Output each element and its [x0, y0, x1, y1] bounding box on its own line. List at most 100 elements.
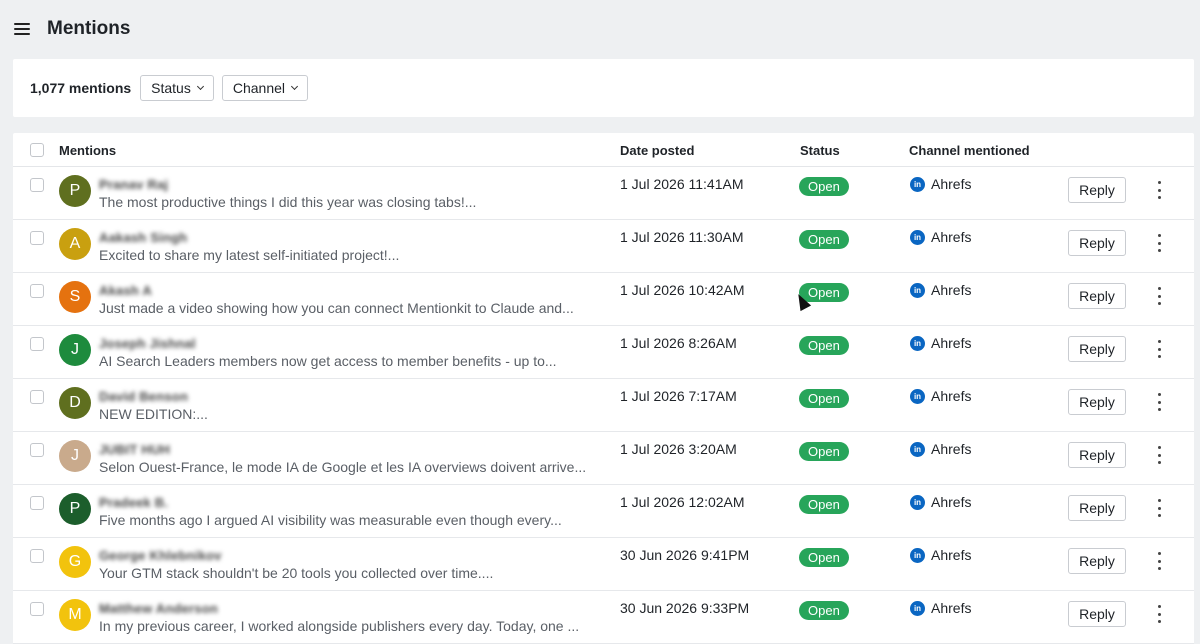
author-name[interactable]: George Khlebnikov [99, 548, 222, 563]
reply-button[interactable]: Reply [1068, 336, 1126, 362]
row-checkbox[interactable] [30, 390, 44, 404]
linkedin-icon: in [910, 229, 925, 245]
mention-snippet[interactable]: In my previous career, I worked alongsid… [99, 618, 579, 634]
mention-snippet[interactable]: Just made a video showing how you can co… [99, 300, 574, 316]
date-posted: 1 Jul 2026 12:02AM [620, 494, 745, 510]
channel-mentioned: in Ahrefs [910, 176, 971, 192]
channel-name: Ahrefs [931, 229, 972, 245]
avatar: S [59, 281, 91, 313]
reply-button[interactable]: Reply [1068, 548, 1126, 574]
table-row[interactable]: J Joseph Jishnal AI Search Leaders members… [13, 326, 1194, 379]
linkedin-icon: in [910, 547, 925, 563]
channel-mentioned: in Ahrefs [910, 388, 971, 404]
row-checkbox[interactable] [30, 443, 44, 457]
avatar: J [59, 334, 91, 366]
mention-snippet[interactable]: NEW EDITION:... [99, 406, 208, 422]
chevron-down-icon [290, 82, 299, 91]
channel-mentioned: in Ahrefs [910, 282, 971, 298]
more-options-icon[interactable] [1156, 446, 1162, 464]
more-options-icon[interactable] [1156, 234, 1162, 252]
more-options-icon[interactable] [1156, 287, 1162, 305]
date-posted: 30 Jun 2026 9:33PM [620, 600, 750, 616]
status-badge: Open [799, 336, 849, 355]
reply-button[interactable]: Reply [1068, 230, 1126, 256]
channel-filter-label: Channel [232, 80, 286, 96]
channel-name: Ahrefs [931, 335, 972, 351]
status-badge: Open [799, 601, 849, 620]
more-options-icon[interactable] [1156, 605, 1162, 623]
mentions-count: 1,077 mentions [30, 80, 132, 96]
date-posted: 1 Jul 2026 7:17AM [620, 388, 737, 404]
author-name[interactable]: Pradeek B. [99, 495, 168, 510]
more-options-icon[interactable] [1156, 340, 1162, 358]
author-name[interactable]: Pranav Raj [99, 177, 168, 192]
reply-button[interactable]: Reply [1068, 601, 1126, 627]
avatar: P [59, 493, 91, 525]
reply-button[interactable]: Reply [1068, 389, 1126, 415]
hamburger-icon[interactable] [14, 22, 30, 36]
author-name[interactable]: David Benson [99, 389, 188, 404]
status-filter-button[interactable]: Status [140, 75, 214, 101]
status-badge: Open [799, 230, 849, 249]
channel-name: Ahrefs [931, 388, 972, 404]
avatar: P [59, 175, 91, 207]
more-options-icon[interactable] [1156, 552, 1162, 570]
mention-snippet[interactable]: The most productive things I did this ye… [99, 194, 476, 210]
date-posted: 30 Jun 2026 9:41PM [620, 547, 750, 563]
table-row[interactable]: P Pranav Raj The most productive things I … [13, 167, 1194, 220]
row-checkbox[interactable] [30, 337, 44, 351]
page-title: Mentions [47, 18, 131, 39]
author-name[interactable]: Joseph Jishnal [99, 336, 196, 351]
linkedin-icon: in [910, 441, 925, 457]
avatar: J [59, 440, 91, 472]
channel-filter-button[interactable]: Channel [221, 75, 309, 101]
table-row[interactable]: M Matthew Anderson In my previous career, … [13, 591, 1194, 644]
column-header-channel: Channel mentioned [909, 143, 1030, 158]
table-row[interactable]: D David Benson NEW EDITION:... 1 Jul 2026 7… [13, 379, 1194, 432]
channel-mentioned: in Ahrefs [910, 547, 971, 563]
reply-button[interactable]: Reply [1068, 283, 1126, 309]
author-name[interactable]: Matthew Anderson [99, 601, 218, 616]
row-checkbox[interactable] [30, 549, 44, 563]
row-checkbox[interactable] [30, 602, 44, 616]
row-checkbox[interactable] [30, 231, 44, 245]
mention-snippet[interactable]: Selon Ouest-France, le mode IA de Google… [99, 459, 586, 475]
more-options-icon[interactable] [1156, 181, 1162, 199]
status-badge: Open [799, 495, 849, 514]
reply-button[interactable]: Reply [1068, 177, 1126, 203]
channel-name: Ahrefs [931, 441, 972, 457]
table-row[interactable]: J JUBIT HUH Selon Ouest-France, le mode IA… [13, 432, 1194, 485]
table-header: Mentions Date posted Status Channel ment… [13, 133, 1194, 167]
channel-name: Ahrefs [931, 547, 972, 563]
select-all-checkbox[interactable] [30, 143, 44, 157]
more-options-icon[interactable] [1156, 393, 1162, 411]
table-row[interactable]: G George Khlebnikov Your GTM stack shouldn… [13, 538, 1194, 591]
channel-name: Ahrefs [931, 176, 972, 192]
table-row[interactable]: P Pradeek B. Five months ago I argued AI v… [13, 485, 1194, 538]
author-name[interactable]: Aakash Singh [99, 230, 187, 245]
reply-button[interactable]: Reply [1068, 495, 1126, 521]
author-name[interactable]: JUBIT HUH [99, 442, 170, 457]
mention-snippet[interactable]: Excited to share my latest self-initiate… [99, 247, 399, 263]
reply-button[interactable]: Reply [1068, 442, 1126, 468]
linkedin-icon: in [910, 335, 925, 351]
mention-snippet[interactable]: Your GTM stack shouldn't be 20 tools you… [99, 565, 493, 581]
author-name[interactable]: Akash A [99, 283, 152, 298]
more-options-icon[interactable] [1156, 499, 1162, 517]
channel-mentioned: in Ahrefs [910, 494, 971, 510]
row-checkbox[interactable] [30, 284, 44, 298]
channel-mentioned: in Ahrefs [910, 441, 971, 457]
mention-snippet[interactable]: AI Search Leaders members now get access… [99, 353, 557, 369]
mention-snippet[interactable]: Five months ago I argued AI visibility w… [99, 512, 562, 528]
linkedin-icon: in [910, 176, 925, 192]
status-filter-label: Status [151, 80, 191, 96]
table-row[interactable]: A Aakash Singh Excited to share my latest … [13, 220, 1194, 273]
channel-name: Ahrefs [931, 600, 972, 616]
channel-mentioned: in Ahrefs [910, 600, 971, 616]
top-bar: Mentions [0, 0, 1200, 58]
row-checkbox[interactable] [30, 496, 44, 510]
linkedin-icon: in [910, 600, 925, 616]
table-row[interactable]: S Akash A Just made a video showing how yo… [13, 273, 1194, 326]
row-checkbox[interactable] [30, 178, 44, 192]
channel-mentioned: in Ahrefs [910, 229, 971, 245]
